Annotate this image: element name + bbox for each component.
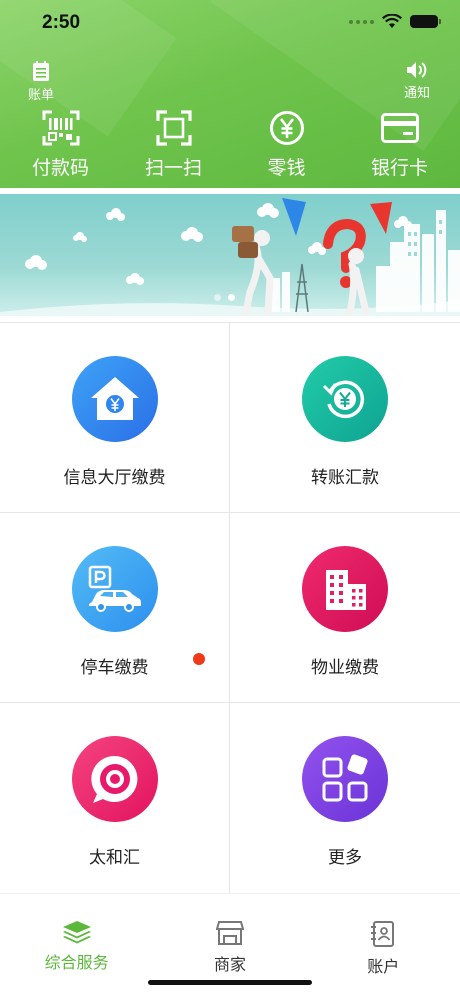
yuan-coin-icon — [269, 111, 304, 145]
battery-icon — [410, 15, 441, 28]
service-label: 更多 — [328, 848, 362, 868]
building-icon — [326, 570, 366, 610]
service-parking-payment[interactable]: 停车缴费 — [0, 513, 230, 703]
promo-banner[interactable] — [0, 194, 460, 316]
service-grid: 信息大厅缴费 转账汇款 停车缴费 物业缴费 太和汇 更多 — [0, 322, 460, 894]
service-icon-circle — [302, 546, 388, 632]
tab-services[interactable]: 综合服务 — [12, 894, 142, 996]
service-transfer[interactable]: 转账汇款 — [230, 323, 460, 513]
change-label: 零钱 — [267, 157, 306, 179]
service-label: 停车缴费 — [80, 658, 149, 678]
service-label: 太和汇 — [89, 848, 140, 868]
service-icon-circle — [302, 356, 388, 442]
service-label: 转账汇款 — [311, 468, 379, 488]
service-label: 信息大厅缴费 — [63, 468, 166, 488]
location-ring-icon — [90, 755, 137, 803]
service-icon-circle — [71, 736, 158, 822]
barcode-icon — [42, 110, 79, 146]
quick-actions: 付款码 扫一扫 零钱 银行卡 — [0, 108, 460, 180]
pay-code-label: 付款码 — [31, 157, 89, 179]
scan-label: 扫一扫 — [144, 157, 202, 179]
notice-button[interactable]: 通知 — [404, 60, 430, 101]
signal-icon — [349, 19, 374, 24]
bank-card-button[interactable]: 银行卡 — [345, 108, 455, 180]
service-hall-payment[interactable]: 信息大厅缴费 — [0, 323, 230, 513]
bank-card-label: 银行卡 — [370, 157, 428, 179]
banner-page-dot[interactable] — [214, 294, 221, 301]
store-icon — [215, 921, 244, 945]
notice-label: 通知 — [403, 86, 430, 101]
house-yuan-icon — [90, 377, 139, 420]
status-time: 2:50 — [42, 12, 81, 33]
service-icon-circle — [71, 356, 158, 442]
tab-label: 账户 — [367, 957, 400, 976]
wifi-icon — [382, 14, 402, 28]
banner-page-dot-active[interactable] — [228, 294, 235, 301]
service-icon-circle — [71, 546, 158, 632]
speaker-icon — [406, 62, 427, 78]
grid-more-icon — [322, 754, 368, 802]
banner-pager — [214, 294, 235, 301]
bank-card-icon — [380, 113, 419, 143]
notification-badge — [193, 653, 205, 665]
status-icons — [349, 14, 441, 29]
layers-icon — [62, 921, 91, 944]
pay-code-button[interactable]: 付款码 — [6, 108, 116, 180]
service-label: 物业缴费 — [311, 658, 379, 678]
tab-label: 综合服务 — [44, 953, 109, 972]
tab-label: 商家 — [213, 955, 246, 974]
service-taihehui[interactable]: 太和汇 — [0, 703, 230, 894]
yuan-refresh-icon — [322, 380, 365, 418]
scan-button[interactable]: 扫一扫 — [119, 108, 229, 180]
service-more[interactable]: 更多 — [230, 703, 460, 894]
change-button[interactable]: 零钱 — [232, 108, 342, 180]
account-book-icon — [371, 921, 395, 947]
bill-button[interactable]: 账单 — [28, 60, 54, 103]
home-indicator[interactable] — [148, 980, 312, 985]
service-property-payment[interactable]: 物业缴费 — [230, 513, 460, 703]
bill-label: 账单 — [28, 88, 55, 103]
header-bar: 2:50 账单 通知 付款码 扫一扫 零钱 银行卡 — [0, 0, 460, 188]
scan-frame-icon — [155, 110, 192, 146]
parking-car-icon — [88, 565, 141, 612]
service-icon-circle — [302, 736, 388, 822]
bill-list-icon — [33, 61, 49, 81]
tab-account[interactable]: 账户 — [318, 894, 448, 996]
